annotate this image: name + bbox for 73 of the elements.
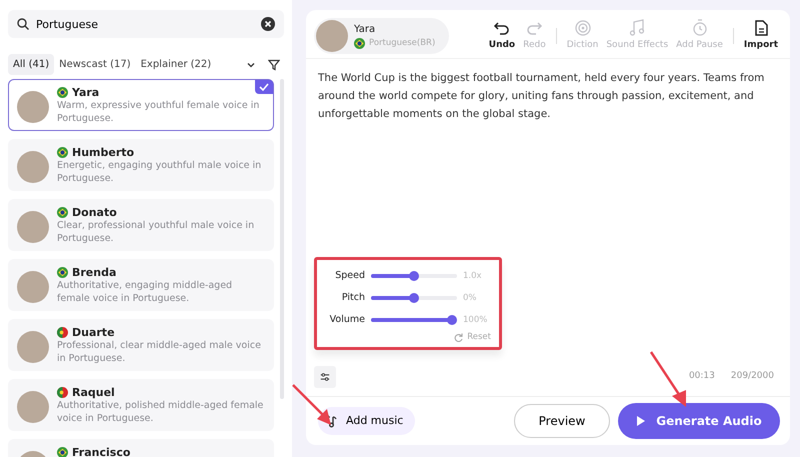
search-field[interactable]: Portuguese [8, 10, 284, 38]
stopwatch-icon [690, 19, 709, 38]
filter-icon[interactable] [268, 58, 280, 70]
voice-card[interactable]: Brenda Authoritative, engaging middle-aged female voice in Portuguese. [8, 259, 274, 311]
slider[interactable] [371, 315, 457, 326]
generate-audio-button[interactable]: Generate Audio [618, 403, 780, 439]
voice-description: Authoritative, engaging middle-aged female voice in Portuguese. [57, 279, 234, 305]
search-icon [17, 18, 29, 30]
slider-thumb[interactable] [447, 315, 457, 326]
music-note-icon [628, 19, 646, 38]
flag-icon [354, 38, 365, 49]
voice-card[interactable]: Raquel Authoritative, polished middle-aged female voice in Portuguese. [8, 379, 274, 431]
avatar [17, 391, 49, 423]
slider-reading: 1.0x [463, 270, 483, 283]
voice-description: Authoritative, polished middle-aged female voice in Portuguese. [57, 399, 264, 425]
signal-icon [574, 19, 592, 38]
slider-label: Speed [334, 269, 365, 284]
clear-icon[interactable] [261, 17, 275, 31]
flag-icon [57, 447, 68, 457]
avatar [17, 91, 49, 123]
add-music-button[interactable]: Add music [318, 406, 416, 436]
voice-description: Clear, professional youthful male voice in Portuguese. [57, 219, 256, 245]
duration: 00:13 [688, 370, 715, 384]
slider[interactable] [371, 271, 457, 282]
avatar [17, 151, 49, 183]
flag-icon [57, 327, 68, 338]
voice-description: Professional, clear middle-aged male voice in Portuguese. [57, 339, 262, 365]
settings-button[interactable] [314, 366, 336, 388]
avatar [17, 331, 49, 363]
filter-tab[interactable]: All (41) [8, 54, 54, 75]
slider-label: Volume [328, 313, 365, 328]
voice-selector[interactable]: Yara Portuguese(BR) [314, 18, 450, 54]
slider-thumb[interactable] [409, 271, 419, 282]
voice-name: Donato [72, 206, 117, 219]
voice-card[interactable]: Yara Warm, expressive youthful female voice in Portuguese. [8, 79, 274, 131]
slider-reading: 100% [463, 314, 488, 327]
slider-label: Pitch [340, 291, 365, 306]
avatar [17, 271, 49, 303]
voice-card[interactable]: Donato Clear, professional youthful male voice in Portuguese. [8, 199, 274, 251]
voice-card[interactable]: Francisco [8, 439, 274, 457]
flag-icon [57, 147, 68, 158]
flag-icon [57, 267, 68, 278]
slider-reading: 0% [463, 292, 478, 305]
avatar [316, 20, 348, 52]
voice-card[interactable]: Duarte Professional, clear middle-aged male voice in Portuguese. [8, 319, 274, 371]
voice-description: Warm, expressive youthful female voice in Portuguese. [57, 99, 260, 125]
voice-name: Brenda [72, 266, 116, 279]
script-text: The World Cup is the biggest football tournament, held every four years. Teams from around the world compete for glory, uniting fans through passion, excitement, and unforgettable moments on the global stage. [317, 71, 766, 122]
voice-name: Yara [354, 23, 376, 38]
filter-tab[interactable]: Explainer (22) [136, 54, 216, 75]
flag-icon [57, 207, 68, 218]
voice-card[interactable]: Humberto Energetic, engaging youthful male voice in Portuguese. [8, 139, 274, 191]
voice-language: Portuguese(BR) [369, 37, 436, 50]
flag-icon [57, 87, 68, 98]
flag-icon [57, 387, 68, 398]
voice-name: Yara [72, 86, 100, 99]
checkmark-icon [255, 80, 273, 94]
reset-icon [454, 333, 464, 342]
voice-name: Duarte [72, 326, 115, 339]
filter-tab[interactable]: Newscast (17) [54, 54, 136, 75]
import-button[interactable]: Import [740, 19, 782, 53]
sliders-icon [320, 371, 330, 383]
character-count: 209/2000 [730, 370, 774, 384]
voice-name: Humberto [72, 146, 134, 159]
play-icon [636, 415, 646, 427]
voice-name: Francisco [72, 446, 130, 457]
undo-button[interactable]: Undo [484, 19, 520, 53]
slider[interactable] [371, 293, 457, 304]
slider-thumb[interactable] [409, 293, 419, 304]
avatar [17, 211, 49, 243]
voice-description: Energetic, engaging youthful male voice in Portuguese. [57, 159, 262, 185]
voice-name: Raquel [72, 386, 115, 399]
preview-button[interactable]: Preview [514, 404, 610, 438]
